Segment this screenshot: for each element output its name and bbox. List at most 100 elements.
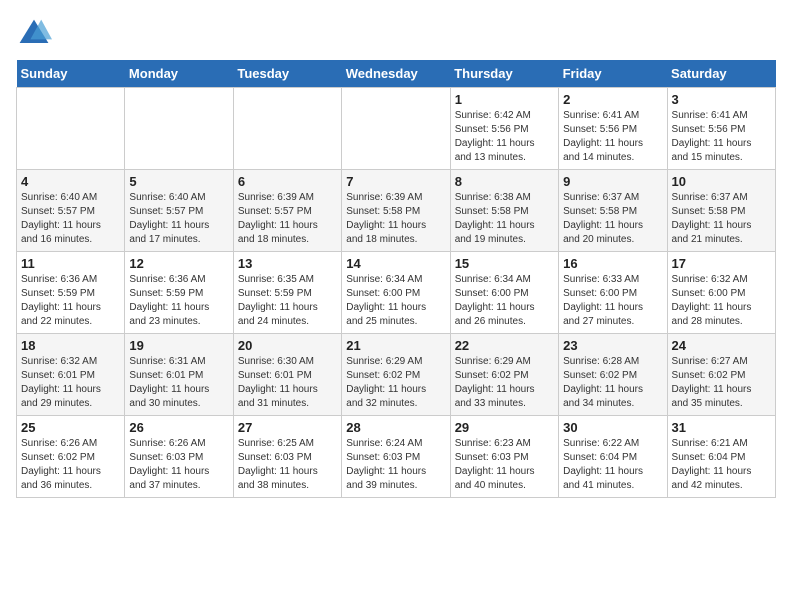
day-info: Sunrise: 6:33 AM Sunset: 6:00 PM Dayligh… [563,273,662,329]
day-info: Sunrise: 6:35 AM Sunset: 5:59 PM Dayligh… [238,273,337,329]
logo-icon [16,16,52,52]
calendar-cell: 14 Sunrise: 6:34 AM Sunset: 6:00 PM Dayli… [342,252,450,334]
day-number: 3 [672,92,771,107]
header-tuesday: Tuesday [233,60,341,88]
day-info: Sunrise: 6:41 AM Sunset: 5:56 PM Dayligh… [672,109,771,165]
calendar-cell: 6Sunrise: 6:39 AM Sunset: 5:57 PM Daylig… [233,170,341,252]
calendar-cell: 27 Sunrise: 6:25 AM Sunset: 6:03 PM Dayli… [233,416,341,498]
day-number: 19 [129,338,228,353]
day-info: Sunrise: 6:34 AM Sunset: 6:00 PM Dayligh… [455,273,554,329]
calendar-cell: 17 Sunrise: 6:32 AM Sunset: 6:00 PM Dayli… [667,252,775,334]
calendar-cell: 31Sunrise: 6:21 AM Sunset: 6:04 PM Dayli… [667,416,775,498]
calendar-cell: 1 Sunrise: 6:42 AM Sunset: 5:56 PM Daylig… [450,88,558,170]
day-info: Sunrise: 6:25 AM Sunset: 6:03 PM Dayligh… [238,437,337,493]
calendar-cell: 13 Sunrise: 6:35 AM Sunset: 5:59 PM Dayli… [233,252,341,334]
calendar-cell: 26Sunrise: 6:26 AM Sunset: 6:03 PM Dayli… [125,416,233,498]
calendar-cell: 18 Sunrise: 6:32 AM Sunset: 6:01 PM Dayli… [17,334,125,416]
day-number: 15 [455,256,554,271]
calendar-cell: 11 Sunrise: 6:36 AM Sunset: 5:59 PM Dayli… [17,252,125,334]
calendar-cell: 5 Sunrise: 6:40 AM Sunset: 5:57 PM Daylig… [125,170,233,252]
day-info: Sunrise: 6:31 AM Sunset: 6:01 PM Dayligh… [129,355,228,411]
day-info: Sunrise: 6:36 AM Sunset: 5:59 PM Dayligh… [21,273,120,329]
day-number: 30 [563,420,662,435]
calendar-cell: 2 Sunrise: 6:41 AM Sunset: 5:56 PM Daylig… [559,88,667,170]
day-number: 13 [238,256,337,271]
day-info: Sunrise: 6:24 AM Sunset: 6:03 PM Dayligh… [346,437,445,493]
header-friday: Friday [559,60,667,88]
calendar-cell: 30 Sunrise: 6:22 AM Sunset: 6:04 PM Dayli… [559,416,667,498]
week-row-1: 1 Sunrise: 6:42 AM Sunset: 5:56 PM Daylig… [17,88,776,170]
day-info: Sunrise: 6:38 AM Sunset: 5:58 PM Dayligh… [455,191,554,247]
day-number: 4 [21,174,120,189]
calendar-cell: 21Sunrise: 6:29 AM Sunset: 6:02 PM Dayli… [342,334,450,416]
day-info: Sunrise: 6:29 AM Sunset: 6:02 PM Dayligh… [346,355,445,411]
day-info: Sunrise: 6:37 AM Sunset: 5:58 PM Dayligh… [672,191,771,247]
day-info: Sunrise: 6:42 AM Sunset: 5:56 PM Dayligh… [455,109,554,165]
day-number: 14 [346,256,445,271]
day-number: 9 [563,174,662,189]
day-info: Sunrise: 6:40 AM Sunset: 5:57 PM Dayligh… [129,191,228,247]
week-row-4: 18 Sunrise: 6:32 AM Sunset: 6:01 PM Dayli… [17,334,776,416]
day-number: 22 [455,338,554,353]
calendar-cell: 16 Sunrise: 6:33 AM Sunset: 6:00 PM Dayli… [559,252,667,334]
logo [16,16,58,52]
day-info: Sunrise: 6:22 AM Sunset: 6:04 PM Dayligh… [563,437,662,493]
day-number: 17 [672,256,771,271]
day-number: 2 [563,92,662,107]
day-info: Sunrise: 6:32 AM Sunset: 6:01 PM Dayligh… [21,355,120,411]
day-number: 26 [129,420,228,435]
day-number: 1 [455,92,554,107]
header [16,16,776,52]
day-info: Sunrise: 6:37 AM Sunset: 5:58 PM Dayligh… [563,191,662,247]
day-info: Sunrise: 6:30 AM Sunset: 6:01 PM Dayligh… [238,355,337,411]
header-monday: Monday [125,60,233,88]
day-number: 24 [672,338,771,353]
day-number: 7 [346,174,445,189]
day-number: 8 [455,174,554,189]
header-saturday: Saturday [667,60,775,88]
calendar-cell [342,88,450,170]
day-info: Sunrise: 6:36 AM Sunset: 5:59 PM Dayligh… [129,273,228,329]
day-info: Sunrise: 6:23 AM Sunset: 6:03 PM Dayligh… [455,437,554,493]
week-row-2: 4 Sunrise: 6:40 AM Sunset: 5:57 PM Daylig… [17,170,776,252]
calendar-cell [125,88,233,170]
day-info: Sunrise: 6:41 AM Sunset: 5:56 PM Dayligh… [563,109,662,165]
day-info: Sunrise: 6:40 AM Sunset: 5:57 PM Dayligh… [21,191,120,247]
calendar-cell: 9 Sunrise: 6:37 AM Sunset: 5:58 PM Daylig… [559,170,667,252]
day-number: 16 [563,256,662,271]
day-info: Sunrise: 6:34 AM Sunset: 6:00 PM Dayligh… [346,273,445,329]
day-number: 23 [563,338,662,353]
calendar-cell: 20Sunrise: 6:30 AM Sunset: 6:01 PM Dayli… [233,334,341,416]
calendar-cell: 24Sunrise: 6:27 AM Sunset: 6:02 PM Dayli… [667,334,775,416]
calendar-cell: 22 Sunrise: 6:29 AM Sunset: 6:02 PM Dayli… [450,334,558,416]
day-info: Sunrise: 6:26 AM Sunset: 6:02 PM Dayligh… [21,437,120,493]
day-info: Sunrise: 6:39 AM Sunset: 5:58 PM Dayligh… [346,191,445,247]
day-info: Sunrise: 6:32 AM Sunset: 6:00 PM Dayligh… [672,273,771,329]
calendar-cell: 7 Sunrise: 6:39 AM Sunset: 5:58 PM Daylig… [342,170,450,252]
calendar-cell: 23 Sunrise: 6:28 AM Sunset: 6:02 PM Dayli… [559,334,667,416]
day-number: 12 [129,256,228,271]
day-number: 11 [21,256,120,271]
calendar-cell [17,88,125,170]
calendar-cell: 12 Sunrise: 6:36 AM Sunset: 5:59 PM Dayli… [125,252,233,334]
day-number: 5 [129,174,228,189]
day-number: 6 [238,174,337,189]
week-row-5: 25Sunrise: 6:26 AM Sunset: 6:02 PM Dayli… [17,416,776,498]
day-number: 18 [21,338,120,353]
day-info: Sunrise: 6:21 AM Sunset: 6:04 PM Dayligh… [672,437,771,493]
calendar-cell: 15 Sunrise: 6:34 AM Sunset: 6:00 PM Dayli… [450,252,558,334]
calendar-cell: 28 Sunrise: 6:24 AM Sunset: 6:03 PM Dayli… [342,416,450,498]
day-info: Sunrise: 6:29 AM Sunset: 6:02 PM Dayligh… [455,355,554,411]
calendar-cell [233,88,341,170]
day-number: 28 [346,420,445,435]
calendar-table: SundayMondayTuesdayWednesdayThursdayFrid… [16,60,776,498]
calendar-cell: 3 Sunrise: 6:41 AM Sunset: 5:56 PM Daylig… [667,88,775,170]
calendar-cell: 19 Sunrise: 6:31 AM Sunset: 6:01 PM Dayli… [125,334,233,416]
day-info: Sunrise: 6:28 AM Sunset: 6:02 PM Dayligh… [563,355,662,411]
day-number: 27 [238,420,337,435]
header-wednesday: Wednesday [342,60,450,88]
calendar-cell: 4 Sunrise: 6:40 AM Sunset: 5:57 PM Daylig… [17,170,125,252]
calendar-cell: 10Sunrise: 6:37 AM Sunset: 5:58 PM Dayli… [667,170,775,252]
header-sunday: Sunday [17,60,125,88]
calendar-cell: 25Sunrise: 6:26 AM Sunset: 6:02 PM Dayli… [17,416,125,498]
